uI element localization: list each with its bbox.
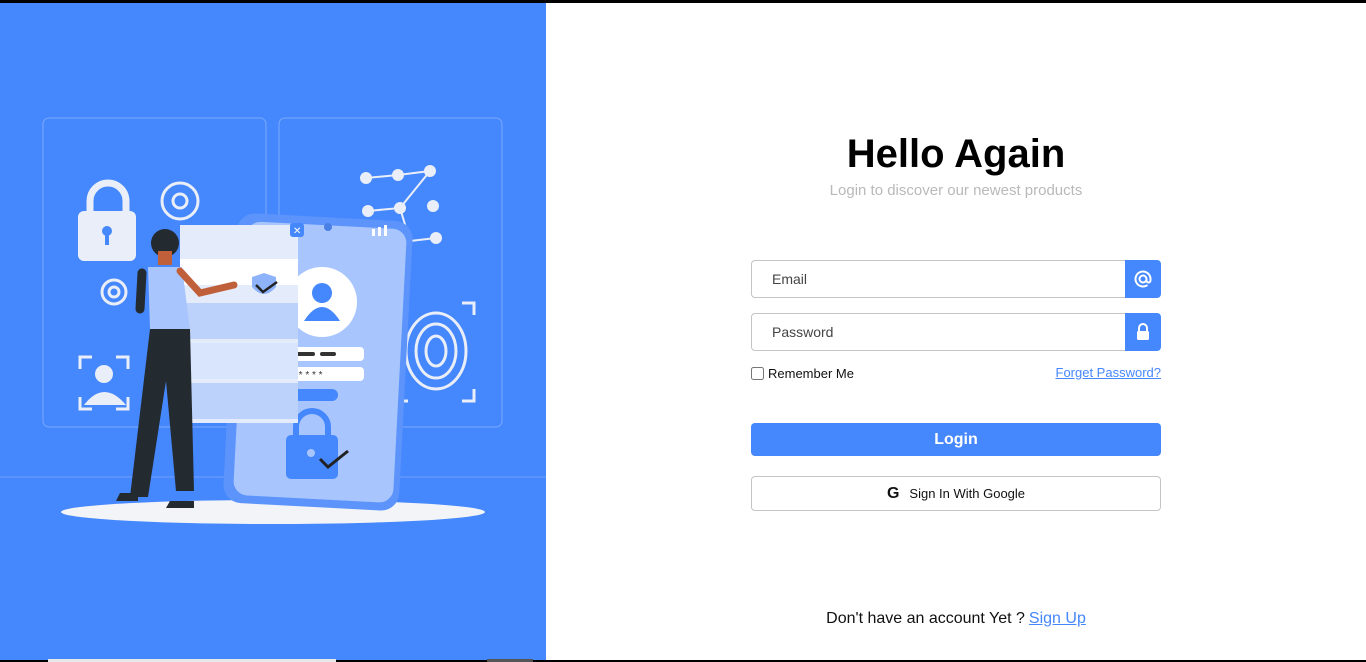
signup-link[interactable]: Sign Up bbox=[1029, 610, 1086, 627]
svg-text:✕: ✕ bbox=[293, 226, 301, 237]
page-subtitle: Login to discover our newest products bbox=[829, 182, 1083, 199]
google-signin-label: Sign In With Google bbox=[909, 486, 1026, 501]
google-icon: G bbox=[886, 484, 900, 502]
login-form-panel: Hello Again Login to discover our newest… bbox=[546, 3, 1366, 660]
page-title: Hello Again bbox=[846, 132, 1066, 176]
email-field[interactable] bbox=[751, 260, 1125, 298]
remember-label: Remember Me bbox=[768, 366, 854, 381]
email-field-group bbox=[751, 260, 1161, 298]
google-signin-button[interactable]: G Sign In With Google bbox=[751, 476, 1161, 511]
signup-prompt: Don't have an account Yet ? Sign Up bbox=[546, 610, 1366, 628]
password-field-group bbox=[751, 313, 1161, 351]
forgot-password-link[interactable]: Forget Password? bbox=[1056, 365, 1162, 380]
lock-icon bbox=[1125, 313, 1161, 351]
illustration-panel: * * * * * ✕ bbox=[0, 3, 546, 660]
login-card-illustration: ✕ bbox=[180, 223, 304, 423]
remember-checkbox[interactable] bbox=[751, 367, 764, 380]
password-field[interactable] bbox=[751, 313, 1125, 351]
remember-me: Remember Me bbox=[751, 366, 854, 381]
fingerprint-icon bbox=[396, 301, 476, 403]
security-illustration: * * * * * ✕ bbox=[0, 117, 546, 524]
login-button[interactable]: Login bbox=[751, 423, 1161, 456]
login-page: * * * * * ✕ Hello Again Login to discove… bbox=[0, 3, 1366, 660]
padlock-icon bbox=[78, 179, 136, 261]
signup-prompt-text: Don't have an account Yet ? bbox=[826, 610, 1025, 627]
at-icon bbox=[1125, 260, 1161, 298]
